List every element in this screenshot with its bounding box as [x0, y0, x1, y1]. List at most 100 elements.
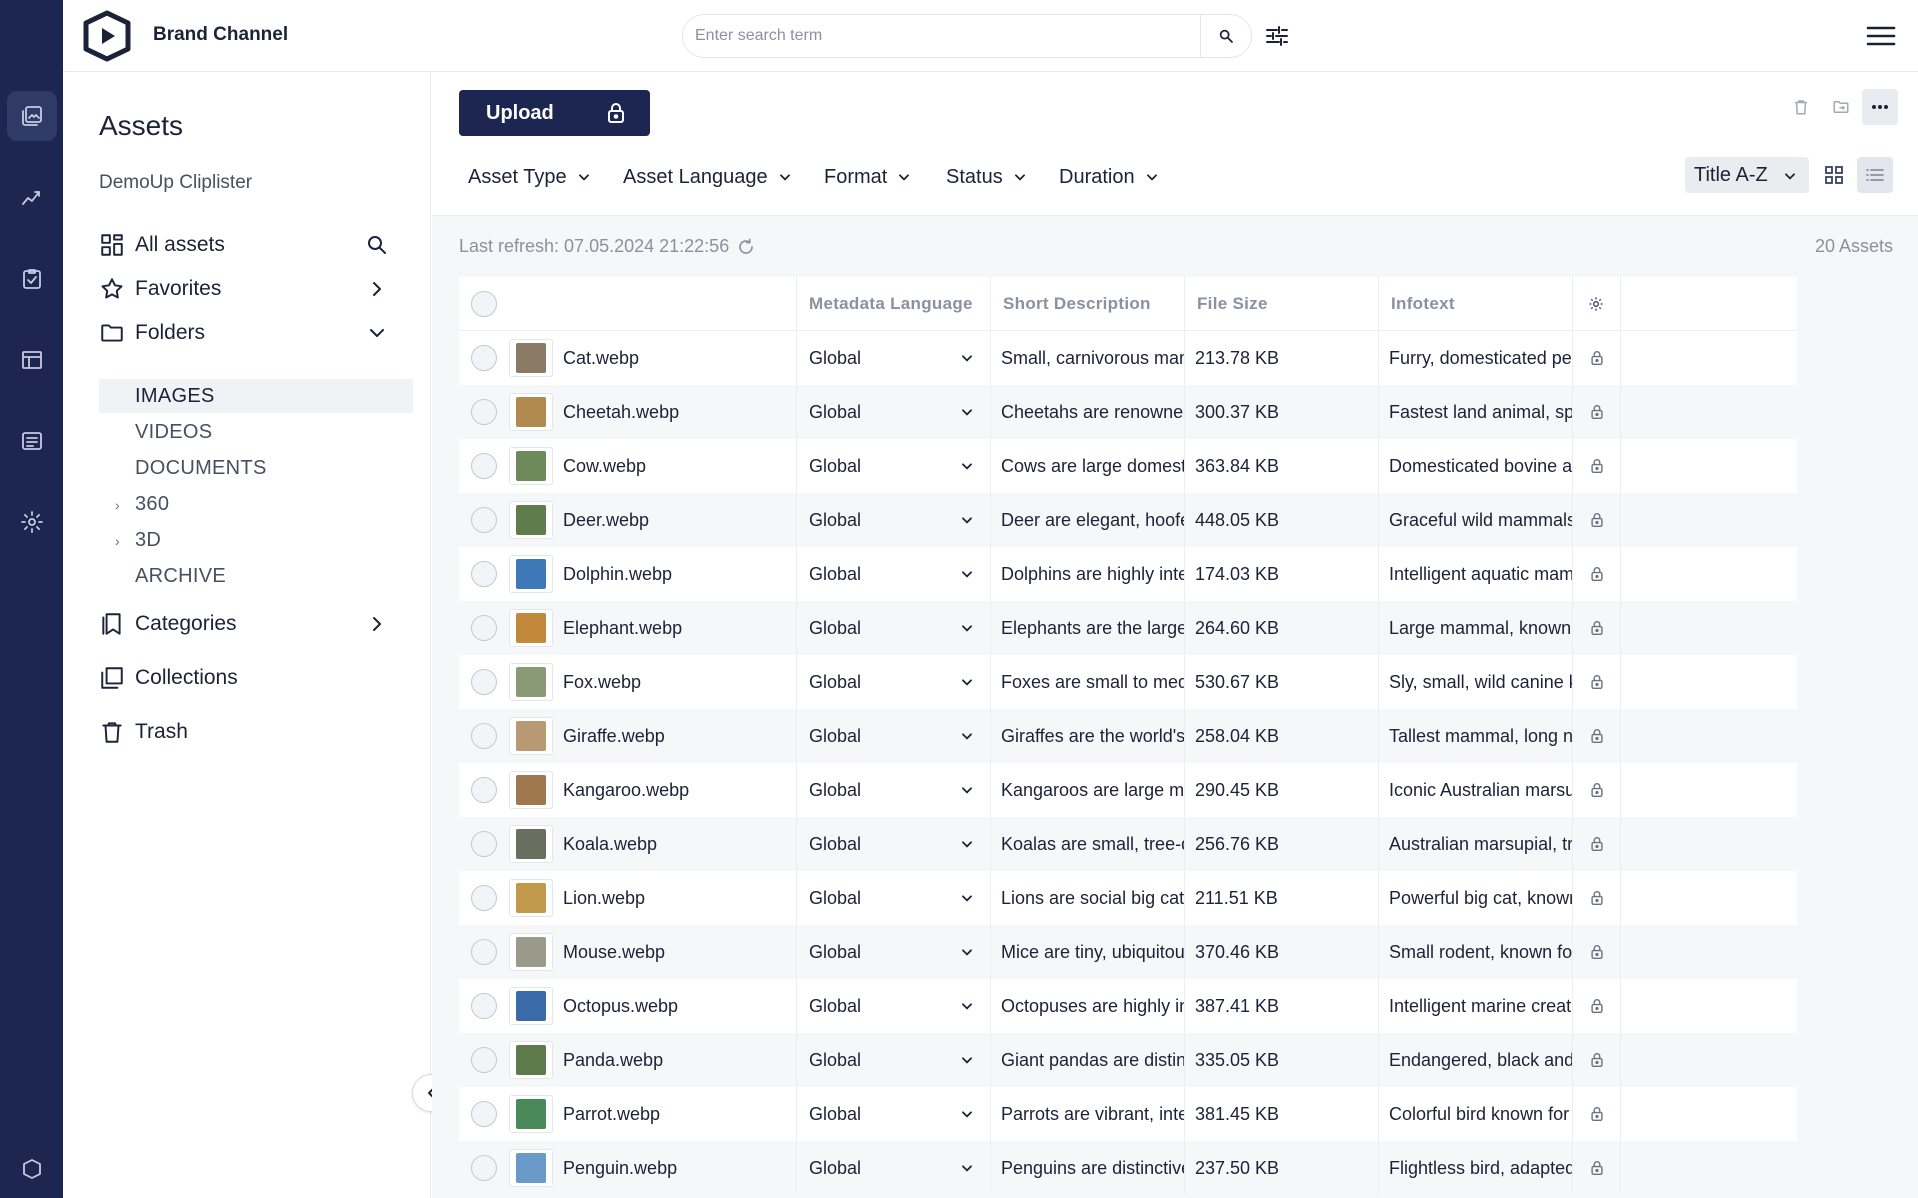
- row-select-checkbox[interactable]: [471, 507, 497, 533]
- sidebar-item-collections[interactable]: Collections: [99, 658, 399, 698]
- asset-thumbnail[interactable]: [509, 1149, 553, 1187]
- delete-button[interactable]: [1786, 92, 1816, 122]
- asset-filename[interactable]: Parrot.webp: [563, 1104, 660, 1125]
- table-row[interactable]: Fox.webp Global Foxes are small to medium.…: [459, 655, 1797, 709]
- asset-filename[interactable]: Octopus.webp: [563, 996, 678, 1017]
- asset-filename[interactable]: Cow.webp: [563, 456, 646, 477]
- asset-filename[interactable]: Cat.webp: [563, 348, 639, 369]
- search-input[interactable]: [683, 15, 1201, 57]
- asset-thumbnail[interactable]: [509, 555, 553, 593]
- sort-dropdown[interactable]: Title A-Z: [1685, 157, 1809, 193]
- metadata-language-select[interactable]: Global: [797, 1141, 991, 1195]
- asset-thumbnail[interactable]: [509, 609, 553, 647]
- table-row[interactable]: Mouse.webp Global Mice are tiny, ubiquitou…: [459, 925, 1797, 979]
- asset-filename[interactable]: Lion.webp: [563, 888, 645, 909]
- metadata-language-select[interactable]: Global: [797, 709, 991, 763]
- row-select-checkbox[interactable]: [471, 669, 497, 695]
- metadata-language-select[interactable]: Global: [797, 817, 991, 871]
- lock-icon[interactable]: [1590, 566, 1604, 582]
- sidebar-item-folders[interactable]: Folders: [99, 313, 399, 353]
- asset-thumbnail[interactable]: [509, 1095, 553, 1133]
- filter-asset-type[interactable]: Asset Type: [468, 162, 591, 192]
- asset-thumbnail[interactable]: [509, 987, 553, 1025]
- rail-assets-button[interactable]: [7, 91, 57, 141]
- folder-item-videos[interactable]: VIDEOS: [99, 415, 413, 449]
- folder-item-360[interactable]: › 360: [99, 487, 413, 521]
- row-select-checkbox[interactable]: [471, 777, 497, 803]
- table-row[interactable]: Parrot.webp Global Parrots are vibrant, in…: [459, 1087, 1797, 1141]
- lock-icon[interactable]: [1590, 674, 1604, 690]
- table-row[interactable]: Octopus.webp Global Octopuses are highly i…: [459, 979, 1797, 1033]
- row-select-checkbox[interactable]: [471, 831, 497, 857]
- folder-item-documents[interactable]: DOCUMENTS: [99, 451, 413, 485]
- rail-analytics-button[interactable]: [7, 173, 57, 223]
- metadata-language-select[interactable]: Global: [797, 655, 991, 709]
- lock-icon[interactable]: [1590, 836, 1604, 852]
- asset-filename[interactable]: Deer.webp: [563, 510, 649, 531]
- asset-filename[interactable]: Fox.webp: [563, 672, 641, 693]
- column-header-infotext[interactable]: Infotext: [1379, 277, 1573, 331]
- asset-thumbnail[interactable]: [509, 1041, 553, 1079]
- chevron-right-icon[interactable]: [365, 277, 389, 301]
- table-row[interactable]: Cat.webp Global Small, carnivorous mamm...…: [459, 331, 1797, 385]
- metadata-language-select[interactable]: Global: [797, 439, 991, 493]
- row-select-checkbox[interactable]: [471, 345, 497, 371]
- metadata-language-select[interactable]: Global: [797, 871, 991, 925]
- lock-icon[interactable]: [1590, 728, 1604, 744]
- row-select-checkbox[interactable]: [471, 453, 497, 479]
- asset-thumbnail[interactable]: [509, 447, 553, 485]
- table-row[interactable]: Kangaroo.webp Global Kangaroos are large m…: [459, 763, 1797, 817]
- filter-status[interactable]: Status: [946, 162, 1027, 192]
- asset-filename[interactable]: Giraffe.webp: [563, 726, 665, 747]
- table-row[interactable]: Lion.webp Global Lions are social big cats…: [459, 871, 1797, 925]
- chevron-right-icon[interactable]: [365, 612, 389, 636]
- lock-icon[interactable]: [1590, 944, 1604, 960]
- chevron-right-icon[interactable]: ›: [115, 533, 120, 549]
- table-row[interactable]: Deer.webp Global Deer are elegant, hoofed …: [459, 493, 1797, 547]
- asset-filename[interactable]: Panda.webp: [563, 1050, 663, 1071]
- sidebar-item-favorites[interactable]: Favorites: [99, 269, 399, 309]
- lock-icon[interactable]: [1590, 512, 1604, 528]
- asset-filename[interactable]: Dolphin.webp: [563, 564, 672, 585]
- asset-thumbnail[interactable]: [509, 879, 553, 917]
- lock-icon[interactable]: [1590, 1160, 1604, 1176]
- asset-thumbnail[interactable]: [509, 393, 553, 431]
- metadata-language-select[interactable]: Global: [797, 493, 991, 547]
- table-row[interactable]: Koala.webp Global Koalas are small, tree-d…: [459, 817, 1797, 871]
- asset-thumbnail[interactable]: [509, 771, 553, 809]
- table-row[interactable]: Cow.webp Global Cows are large domesticat.…: [459, 439, 1797, 493]
- hamburger-menu-icon[interactable]: [1866, 22, 1896, 50]
- chevron-right-icon[interactable]: ›: [115, 497, 120, 513]
- asset-thumbnail[interactable]: [509, 825, 553, 863]
- table-row[interactable]: Penguin.webp Global Penguins are distincti…: [459, 1141, 1797, 1195]
- row-select-checkbox[interactable]: [471, 399, 497, 425]
- metadata-language-select[interactable]: Global: [797, 1033, 991, 1087]
- search-button[interactable]: [1201, 15, 1251, 57]
- folder-item-images[interactable]: IMAGES: [99, 379, 413, 413]
- asset-filename[interactable]: Kangaroo.webp: [563, 780, 689, 801]
- metadata-language-select[interactable]: Global: [797, 331, 991, 385]
- asset-thumbnail[interactable]: [509, 717, 553, 755]
- column-header-short-description[interactable]: Short Description: [991, 277, 1185, 331]
- table-row[interactable]: Panda.webp Global Giant pandas are distinc…: [459, 1033, 1797, 1087]
- metadata-language-select[interactable]: Global: [797, 1087, 991, 1141]
- search-icon[interactable]: [365, 233, 389, 257]
- grid-view-button[interactable]: [1816, 157, 1852, 193]
- lock-icon[interactable]: [1590, 350, 1604, 366]
- asset-thumbnail[interactable]: [509, 501, 553, 539]
- lock-icon[interactable]: [1590, 1052, 1604, 1068]
- row-select-checkbox[interactable]: [471, 993, 497, 1019]
- metadata-language-select[interactable]: Global: [797, 763, 991, 817]
- sidebar-item-trash[interactable]: Trash: [99, 712, 399, 752]
- folder-item-3d[interactable]: › 3D: [99, 523, 413, 557]
- asset-thumbnail[interactable]: [509, 663, 553, 701]
- gear-icon[interactable]: [1588, 296, 1604, 312]
- more-options-button[interactable]: [1862, 89, 1898, 125]
- asset-thumbnail[interactable]: [509, 933, 553, 971]
- rail-document-button[interactable]: [7, 416, 57, 466]
- metadata-language-select[interactable]: Global: [797, 547, 991, 601]
- row-select-checkbox[interactable]: [471, 561, 497, 587]
- row-select-checkbox[interactable]: [471, 1047, 497, 1073]
- asset-filename[interactable]: Cheetah.webp: [563, 402, 679, 423]
- row-select-checkbox[interactable]: [471, 1155, 497, 1181]
